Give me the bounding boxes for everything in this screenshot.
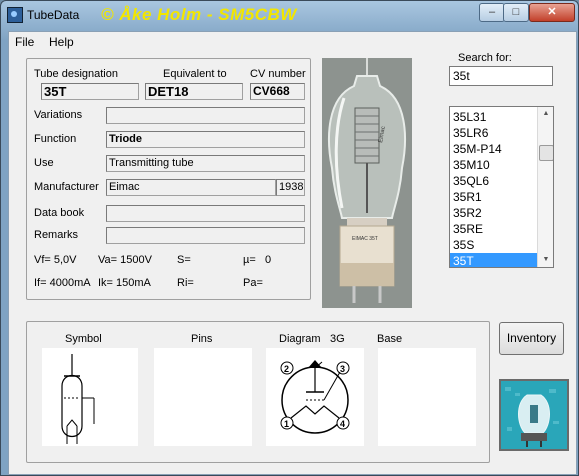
- param-mu-value: 0: [265, 254, 272, 266]
- scroll-up-icon[interactable]: ▲: [538, 107, 553, 121]
- manufacturer-label: Manufacturer: [34, 181, 99, 193]
- list-item[interactable]: 35S: [450, 237, 539, 253]
- function-label: Function: [34, 133, 77, 145]
- minimize-icon: –: [488, 6, 496, 18]
- param-pa: Pa=: [243, 277, 263, 289]
- list-item[interactable]: 35QL6: [450, 173, 539, 189]
- designation-value: 35T: [44, 84, 67, 99]
- variations-field[interactable]: [106, 107, 305, 124]
- equivalent-value: DET18: [148, 84, 189, 99]
- list-item[interactable]: 35M10: [450, 157, 539, 173]
- pin-3-number: 3: [340, 364, 345, 374]
- diagram-box: 2 3 1 4: [266, 348, 364, 446]
- param-mu: µ=: [243, 254, 256, 266]
- title-credit: © Åke Holm - SM5CBW: [101, 5, 297, 24]
- diagram-label: Diagram: [279, 333, 321, 345]
- designation-label: Tube designation: [34, 68, 118, 80]
- symbol-label: Symbol: [65, 333, 102, 345]
- search-label: Search for:: [458, 52, 512, 64]
- use-value: Transmitting tube: [109, 157, 194, 169]
- use-field[interactable]: Transmitting tube: [106, 155, 305, 172]
- window-title: TubeData: [27, 8, 80, 22]
- param-s: S=: [177, 254, 191, 266]
- list-item[interactable]: 35M-P14: [450, 141, 539, 157]
- scroll-down-icon[interactable]: ▼: [538, 253, 553, 267]
- param-vf: Vf= 5,0V: [34, 254, 77, 266]
- maximize-button[interactable]: □: [503, 3, 529, 22]
- designation-field[interactable]: 35T: [41, 83, 139, 100]
- tube-logo-icon: [499, 379, 569, 451]
- app-icon: [7, 7, 23, 23]
- close-icon: ✕: [547, 6, 557, 18]
- pin-diagram: 2 3 1 4: [280, 360, 350, 434]
- pin-4-number: 4: [340, 419, 345, 429]
- menu-bar: File Help: [9, 32, 576, 51]
- manufacturer-field[interactable]: Eimac: [106, 179, 276, 196]
- param-ri: Ri=: [177, 277, 194, 289]
- remarks-label: Remarks: [34, 229, 79, 241]
- base-marking: EIMAC 35T: [352, 236, 378, 242]
- pin-2-number: 2: [284, 364, 289, 374]
- param-va: Va= 1500V: [98, 254, 152, 266]
- manufacturer-value: Eimac: [109, 181, 140, 193]
- pins-label: Pins: [191, 333, 213, 345]
- search-input[interactable]: 35t: [449, 66, 553, 86]
- year-field[interactable]: 1938: [276, 179, 305, 196]
- diagram-code: 3G: [330, 333, 345, 345]
- inventory-button[interactable]: Inventory: [499, 322, 564, 355]
- list-item[interactable]: 35R1: [450, 189, 539, 205]
- close-button[interactable]: ✕: [529, 3, 575, 22]
- app-window: TubeData © Åke Holm - SM5CBW – □ ✕ File …: [0, 0, 579, 476]
- variations-label: Variations: [34, 109, 83, 121]
- list-item[interactable]: 35RE: [450, 221, 539, 237]
- list-item-selected[interactable]: 35T: [450, 253, 539, 267]
- symbol-box: [42, 348, 138, 446]
- scroll-thumb[interactable]: [539, 145, 553, 161]
- equivalent-label: Equivalent to: [163, 68, 227, 80]
- function-field[interactable]: Triode: [106, 131, 305, 148]
- param-if: If= 4000mA: [34, 277, 91, 289]
- function-value: Triode: [109, 133, 143, 145]
- tube-listbox[interactable]: 35L31 35LR6 35M-P14 35M10 35QL6 35R1 35R…: [449, 106, 554, 268]
- year-value: 1938: [279, 181, 304, 193]
- base-label: Base: [377, 333, 403, 345]
- databook-label: Data book: [34, 207, 85, 219]
- list-item[interactable]: 35L31: [450, 109, 539, 125]
- equivalent-field[interactable]: DET18: [145, 83, 243, 100]
- search-value: 35t: [453, 69, 470, 83]
- cv-number-label: CV number: [250, 68, 306, 80]
- menu-help[interactable]: Help: [49, 35, 74, 49]
- list-scrollbar[interactable]: ▲ ▼: [537, 107, 553, 267]
- minimize-button[interactable]: –: [479, 3, 505, 22]
- remarks-field[interactable]: [106, 227, 305, 244]
- title-bar[interactable]: TubeData © Åke Holm - SM5CBW – □ ✕: [1, 1, 578, 29]
- use-label: Use: [34, 157, 54, 169]
- maximize-icon: □: [512, 6, 520, 18]
- menu-file[interactable]: File: [15, 35, 34, 49]
- cv-number-value: CV668: [253, 84, 290, 98]
- databook-field[interactable]: [106, 205, 305, 222]
- list-item[interactable]: 35R2: [450, 205, 539, 221]
- list-item[interactable]: 35LR6: [450, 125, 539, 141]
- client-area: File Help Tube designation Equivalent to…: [8, 31, 577, 475]
- param-ik: Ik= 150mA: [98, 277, 151, 289]
- pins-box: [154, 348, 252, 446]
- triode-symbol: [61, 354, 95, 444]
- pin-1-number: 1: [284, 419, 289, 429]
- cv-number-field[interactable]: CV668: [250, 83, 305, 100]
- base-box: [378, 348, 476, 446]
- tube-photo: Eimac EIMAC 35T: [322, 58, 412, 308]
